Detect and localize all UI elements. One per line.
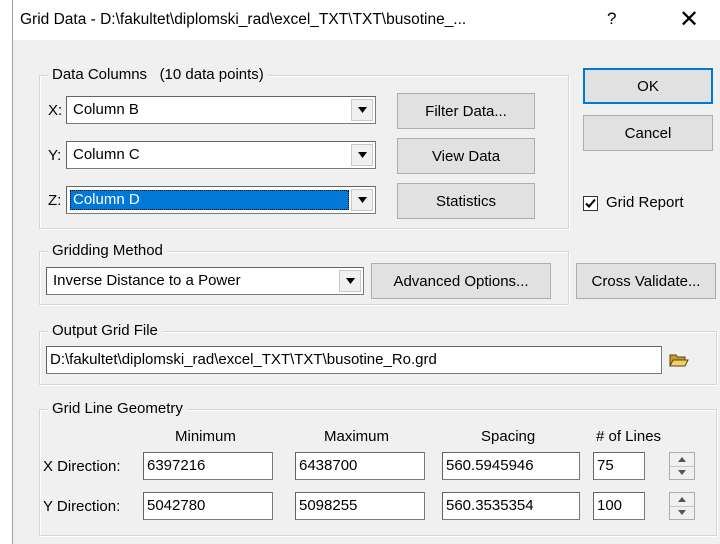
- y-lines-input[interactable]: 100: [593, 492, 645, 520]
- data-columns-legend: Data Columns (10 data points): [48, 66, 268, 83]
- x-direction-label: X Direction:: [43, 458, 121, 475]
- y-column-value: Column C: [73, 146, 140, 163]
- z-column-label: Z:: [48, 192, 62, 209]
- window-title: Grid Data - D:\fakultet\diplomski_rad\ex…: [20, 11, 467, 28]
- x-column-select[interactable]: Column B: [66, 96, 376, 124]
- spacing-header: Spacing: [481, 428, 536, 445]
- output-grid-file-legend: Output Grid File: [48, 322, 162, 339]
- spin-down-icon[interactable]: [670, 466, 694, 479]
- lines-header: # of Lines: [596, 428, 662, 445]
- x-column-value: Column B: [73, 101, 139, 118]
- open-folder-icon[interactable]: [669, 352, 689, 368]
- gridding-method-value: Inverse Distance to a Power: [53, 272, 241, 289]
- gridding-method-legend: Gridding Method: [48, 242, 167, 259]
- help-button[interactable]: ?: [607, 9, 616, 29]
- spin-up-icon[interactable]: [670, 493, 694, 507]
- chevron-down-icon[interactable]: [351, 189, 373, 211]
- chevron-down-icon[interactable]: [351, 144, 373, 166]
- y-lines-spinner[interactable]: [669, 492, 695, 520]
- y-direction-label: Y Direction:: [43, 498, 121, 515]
- view-data-button[interactable]: View Data: [397, 138, 535, 174]
- statistics-button[interactable]: Statistics: [397, 183, 535, 219]
- x-minimum-input[interactable]: 6397216: [143, 452, 273, 480]
- x-lines-input[interactable]: 75: [593, 452, 645, 480]
- chevron-down-icon[interactable]: [339, 270, 361, 292]
- x-maximum-input[interactable]: 6438700: [295, 452, 425, 480]
- y-column-select[interactable]: Column C: [66, 141, 376, 169]
- y-column-label: Y:: [48, 147, 62, 164]
- advanced-options-button[interactable]: Advanced Options...: [371, 263, 551, 299]
- data-points-count: (10 data points): [159, 66, 264, 83]
- grid-data-dialog: Grid Data - D:\fakultet\diplomski_rad\ex…: [12, 0, 720, 544]
- ok-button[interactable]: OK: [583, 68, 713, 104]
- checkmark-icon: [585, 198, 596, 208]
- z-column-select[interactable]: Column D: [66, 186, 376, 214]
- grid-report-checkbox[interactable]: [583, 196, 598, 211]
- x-spacing-input[interactable]: 560.5945946: [442, 452, 580, 480]
- cancel-button[interactable]: Cancel: [583, 115, 713, 151]
- gridding-method-select[interactable]: Inverse Distance to a Power: [46, 267, 364, 295]
- output-file-path-input[interactable]: D:\fakultet\diplomski_rad\excel_TXT\TXT\…: [46, 346, 662, 374]
- minimum-header: Minimum: [175, 428, 236, 445]
- x-lines-spinner[interactable]: [669, 452, 695, 480]
- spin-down-icon[interactable]: [670, 506, 694, 519]
- title-bar[interactable]: Grid Data - D:\fakultet\diplomski_rad\ex…: [13, 0, 720, 40]
- cross-validate-button[interactable]: Cross Validate...: [576, 263, 716, 299]
- chevron-down-icon[interactable]: [351, 99, 373, 121]
- y-minimum-input[interactable]: 5042780: [143, 492, 273, 520]
- y-maximum-input[interactable]: 5098255: [295, 492, 425, 520]
- y-spacing-input[interactable]: 560.3535354: [442, 492, 580, 520]
- maximum-header: Maximum: [324, 428, 390, 445]
- grid-line-geometry-legend: Grid Line Geometry: [48, 400, 187, 417]
- grid-report-label[interactable]: Grid Report: [606, 194, 684, 211]
- close-button[interactable]: ✕: [679, 5, 699, 34]
- z-column-value: Column D: [70, 190, 349, 210]
- filter-data-button[interactable]: Filter Data...: [397, 93, 535, 129]
- spin-up-icon[interactable]: [670, 453, 694, 467]
- x-column-label: X:: [48, 102, 63, 119]
